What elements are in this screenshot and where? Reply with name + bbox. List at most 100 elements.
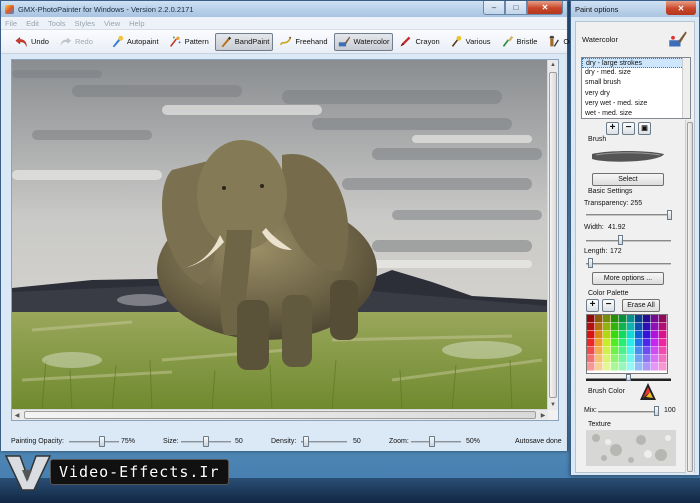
color-swatch[interactable] bbox=[603, 323, 611, 331]
color-swatch[interactable] bbox=[595, 315, 603, 323]
color-swatch[interactable] bbox=[587, 347, 595, 355]
color-swatch[interactable] bbox=[611, 323, 619, 331]
brush-preset-list[interactable]: dry - large strokes dry - med. size smal… bbox=[581, 57, 691, 119]
menu-edit[interactable]: Edit bbox=[26, 19, 39, 28]
menu-file[interactable]: File bbox=[5, 19, 17, 28]
color-swatch[interactable] bbox=[619, 355, 627, 363]
select-brush-button[interactable]: Select bbox=[592, 173, 664, 186]
color-swatch[interactable] bbox=[595, 323, 603, 331]
color-swatches[interactable] bbox=[587, 315, 667, 373]
color-swatch[interactable] bbox=[635, 331, 643, 339]
paint-options-scrollbar[interactable] bbox=[685, 120, 694, 474]
paint-options-title-bar[interactable]: Paint options ✕ bbox=[571, 1, 699, 17]
color-swatch[interactable] bbox=[603, 331, 611, 339]
color-swatch[interactable] bbox=[619, 347, 627, 355]
color-swatch[interactable] bbox=[643, 323, 651, 331]
color-swatch[interactable] bbox=[619, 339, 627, 347]
freehand-button[interactable]: Freehand bbox=[275, 33, 331, 51]
menu-view[interactable]: View bbox=[104, 19, 120, 28]
color-swatch[interactable] bbox=[595, 355, 603, 363]
color-swatch[interactable] bbox=[643, 331, 651, 339]
color-swatch[interactable] bbox=[611, 339, 619, 347]
remove-color-button[interactable]: − bbox=[602, 299, 615, 312]
color-swatch[interactable] bbox=[587, 323, 595, 331]
color-swatch[interactable] bbox=[587, 355, 595, 363]
color-swatch[interactable] bbox=[619, 331, 627, 339]
crayon-button[interactable]: Crayon bbox=[395, 33, 443, 51]
zoom-slider-thumb[interactable] bbox=[429, 436, 435, 447]
color-swatch[interactable] bbox=[635, 363, 643, 371]
mix-slider-track[interactable] bbox=[598, 411, 656, 413]
color-swatch[interactable] bbox=[627, 339, 635, 347]
color-swatch[interactable] bbox=[627, 363, 635, 371]
vertical-scroll-thumb[interactable] bbox=[549, 72, 557, 398]
color-swatch[interactable] bbox=[611, 347, 619, 355]
length-slider-track[interactable] bbox=[586, 263, 671, 265]
color-swatch[interactable] bbox=[627, 315, 635, 323]
canvas-horizontal-scrollbar[interactable]: ◀ ▶ bbox=[12, 409, 548, 420]
color-swatch[interactable] bbox=[603, 363, 611, 371]
autopaint-button[interactable]: Autopaint bbox=[107, 33, 163, 51]
title-bar[interactable]: GMX-PhotoPainter for Windows - Version 2… bbox=[1, 1, 567, 17]
redo-button[interactable]: Redo bbox=[55, 33, 97, 51]
color-swatch[interactable] bbox=[651, 339, 659, 347]
color-swatch[interactable] bbox=[587, 331, 595, 339]
size-slider-thumb[interactable] bbox=[203, 436, 209, 447]
maximize-button[interactable]: □ bbox=[505, 1, 527, 15]
color-swatch[interactable] bbox=[643, 363, 651, 371]
opacity-slider-thumb[interactable] bbox=[99, 436, 105, 447]
color-swatch[interactable] bbox=[659, 363, 667, 371]
color-swatch[interactable] bbox=[611, 331, 619, 339]
painting-canvas[interactable]: ▲ ▼ ◀ ▶ bbox=[11, 59, 559, 421]
brush-color-swatch-icon[interactable] bbox=[638, 380, 658, 402]
color-swatch[interactable] bbox=[635, 355, 643, 363]
color-swatch[interactable] bbox=[611, 363, 619, 371]
list-item[interactable]: very wet - med. size bbox=[582, 99, 690, 109]
color-swatch[interactable] bbox=[659, 339, 667, 347]
add-color-button[interactable]: + bbox=[586, 299, 599, 312]
color-swatch[interactable] bbox=[587, 363, 595, 371]
pattern-button[interactable]: Pattern bbox=[165, 33, 213, 51]
bandpaint-button[interactable]: BandPaint bbox=[214, 32, 274, 51]
color-swatch[interactable] bbox=[659, 347, 667, 355]
texture-preview[interactable] bbox=[586, 430, 676, 466]
transparency-slider-track[interactable] bbox=[586, 214, 671, 216]
list-item[interactable]: dry - med. size bbox=[582, 68, 690, 78]
color-swatch[interactable] bbox=[619, 323, 627, 331]
color-swatch[interactable] bbox=[627, 347, 635, 355]
color-swatch[interactable] bbox=[659, 315, 667, 323]
save-brush-button[interactable]: ▣ bbox=[638, 122, 651, 135]
paint-options-scroll-thumb[interactable] bbox=[687, 122, 693, 472]
menu-help[interactable]: Help bbox=[129, 19, 144, 28]
color-swatch[interactable] bbox=[651, 347, 659, 355]
color-palette-grid[interactable] bbox=[586, 314, 668, 374]
scroll-right-icon[interactable]: ▶ bbox=[538, 410, 548, 420]
painted-image[interactable] bbox=[12, 60, 548, 410]
color-swatch[interactable] bbox=[595, 363, 603, 371]
canvas-vertical-scrollbar[interactable]: ▲ ▼ bbox=[547, 60, 558, 410]
various-button[interactable]: Various bbox=[446, 33, 495, 51]
menu-styles[interactable]: Styles bbox=[75, 19, 95, 28]
color-swatch[interactable] bbox=[603, 355, 611, 363]
color-swatch[interactable] bbox=[651, 315, 659, 323]
color-swatch[interactable] bbox=[627, 331, 635, 339]
opacity-slider-track[interactable] bbox=[69, 441, 119, 443]
horizontal-scroll-thumb[interactable] bbox=[24, 411, 536, 419]
remove-brush-button[interactable]: − bbox=[622, 122, 635, 135]
palette-scroll-thumb[interactable] bbox=[626, 374, 631, 381]
color-swatch[interactable] bbox=[635, 347, 643, 355]
color-swatch[interactable] bbox=[627, 323, 635, 331]
color-swatch[interactable] bbox=[659, 331, 667, 339]
bristle-button[interactable]: Bristle bbox=[497, 33, 542, 51]
width-slider-thumb[interactable] bbox=[618, 235, 623, 245]
color-swatch[interactable] bbox=[651, 363, 659, 371]
color-swatch[interactable] bbox=[627, 355, 635, 363]
color-swatch[interactable] bbox=[603, 339, 611, 347]
color-swatch[interactable] bbox=[643, 347, 651, 355]
color-swatch[interactable] bbox=[651, 331, 659, 339]
color-swatch[interactable] bbox=[603, 315, 611, 323]
width-slider-track[interactable] bbox=[586, 240, 671, 242]
minimize-button[interactable]: – bbox=[483, 1, 505, 15]
mix-slider-thumb[interactable] bbox=[654, 406, 659, 416]
color-swatch[interactable] bbox=[651, 323, 659, 331]
